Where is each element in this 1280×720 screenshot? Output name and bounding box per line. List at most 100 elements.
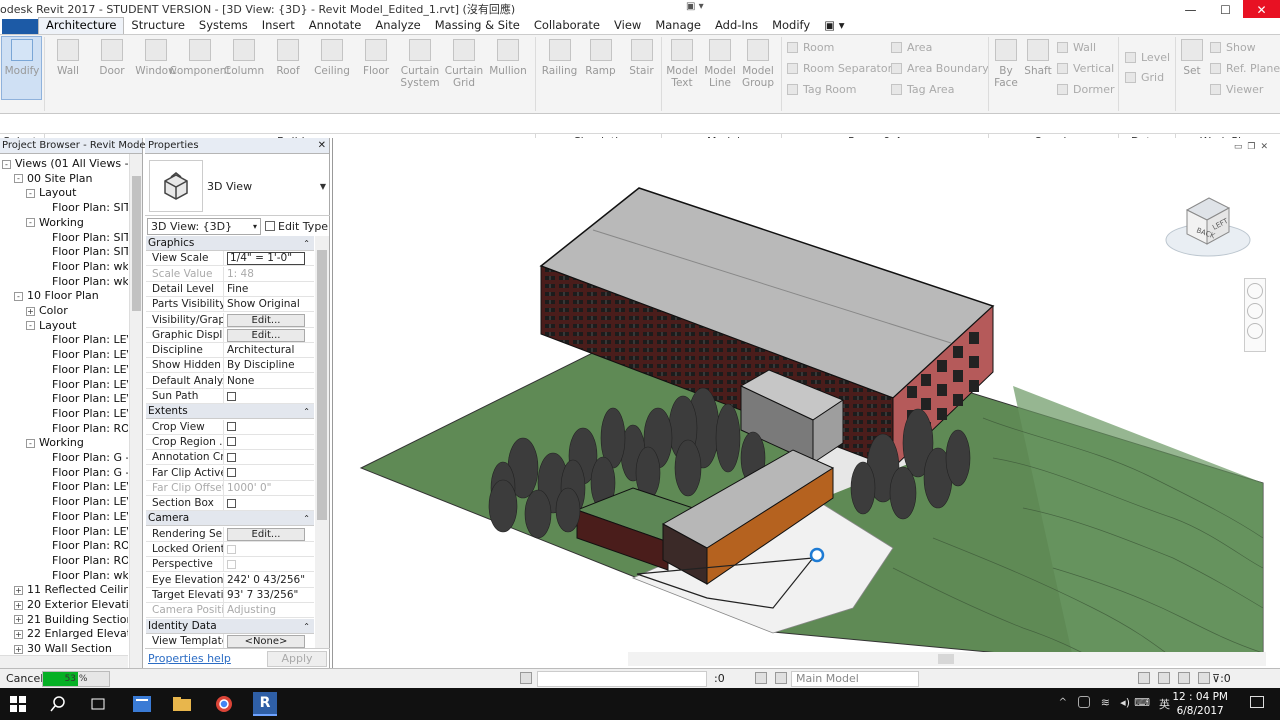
tool-vertical[interactable]: Vertical (1057, 62, 1114, 75)
properties-scrollbar[interactable] (315, 236, 329, 648)
browser-item[interactable]: +30 Wall Section (14, 641, 112, 654)
navigation-bar[interactable] (1244, 278, 1266, 352)
edit-type-button[interactable]: Edit Type (265, 220, 328, 233)
project-browser-hscrollbar[interactable] (0, 655, 128, 668)
browser-item[interactable]: Floor Plan: wk - (38, 274, 128, 289)
browser-item[interactable]: - Layout (26, 318, 76, 333)
browser-item[interactable]: -00 Site Plan (14, 171, 93, 186)
tab-insert[interactable]: Insert (255, 18, 302, 34)
property-checkbox[interactable] (227, 391, 236, 401)
browser-item[interactable]: +21 Building Section (14, 612, 128, 627)
design-options-icon[interactable] (755, 672, 767, 684)
browser-item[interactable]: - Views (01 All Views - (2, 156, 128, 171)
collapse-icon[interactable]: ⌃ (303, 511, 310, 525)
project-browser-scrollbar[interactable] (129, 154, 142, 668)
browser-item[interactable]: Floor Plan: LEV (38, 377, 128, 392)
tool-stair[interactable]: Stair (621, 39, 662, 77)
tool-curtain-grid[interactable]: Curtain Grid (442, 39, 486, 89)
tool-model-group[interactable]: Model Group (739, 39, 777, 89)
tab-manage[interactable]: Manage (648, 18, 708, 34)
chevron-down-icon[interactable]: ▼ (320, 182, 326, 191)
property-section[interactable]: Extents ⌃ (146, 404, 314, 420)
search-icon[interactable] (46, 692, 70, 716)
browser-item[interactable]: Floor Plan: G - (38, 465, 128, 480)
tool-door[interactable]: Door (90, 39, 134, 77)
tool-railing[interactable]: Railing (539, 39, 580, 77)
building-model[interactable] (333, 138, 1280, 668)
tab-collaborate[interactable]: Collaborate (527, 18, 607, 34)
language-icon[interactable]: ⌨ (1134, 696, 1150, 709)
file-explorer-icon[interactable] (130, 692, 154, 716)
notifications-icon[interactable] (1250, 696, 1264, 708)
properties-help-link[interactable]: Properties help (148, 652, 231, 665)
viewcube[interactable]: BACK LEFT (1163, 186, 1253, 266)
workset-combo[interactable] (537, 671, 707, 687)
browser-item[interactable]: Floor Plan: ROO (38, 421, 128, 436)
browser-item[interactable]: - Working (26, 435, 84, 450)
browser-item[interactable]: Floor Plan: wk - (38, 259, 128, 274)
expand-icon[interactable]: + (14, 585, 23, 595)
face-select-icon[interactable] (1198, 672, 1210, 684)
property-value[interactable]: Fine (224, 282, 314, 296)
browser-item[interactable]: Floor Plan: ROO (38, 553, 128, 568)
apply-button[interactable]: Apply (267, 650, 327, 667)
browser-item[interactable]: Floor Plan: LEV (38, 509, 128, 524)
collapse-icon[interactable]: - (26, 188, 35, 198)
browser-item[interactable]: -10 Floor Plan (14, 288, 99, 303)
tool-tag-room[interactable]: Tag Room (787, 83, 856, 96)
browser-item[interactable]: +11 Reflected Ceiling (14, 582, 128, 597)
tool-wall[interactable]: Wall (1057, 41, 1096, 54)
tab-systems[interactable]: Systems (192, 18, 255, 34)
tool-area[interactable]: Area (891, 41, 932, 54)
tool-shaft[interactable]: Shaft (1022, 39, 1054, 77)
property-section[interactable]: Camera ⌃ (146, 511, 314, 527)
browser-item[interactable]: Floor Plan: ROO (38, 538, 128, 553)
tab-annotate[interactable]: Annotate (302, 18, 369, 34)
tool-curtain-system[interactable]: Curtain System (398, 39, 442, 89)
view-hscrollbar[interactable] (628, 652, 1266, 666)
task-view-icon[interactable] (86, 692, 110, 716)
tool-floor[interactable]: Floor (354, 39, 398, 77)
collapse-icon[interactable]: - (14, 291, 23, 301)
property-checkbox[interactable] (227, 468, 236, 477)
property-section[interactable]: Graphics ⌃ (146, 236, 314, 251)
collapse-icon[interactable]: ⌃ (303, 619, 310, 633)
expand-icon[interactable]: + (26, 306, 35, 316)
show-hidden-icons-icon[interactable]: ^ (1059, 697, 1067, 708)
browser-item[interactable]: Floor Plan: SITE (38, 200, 128, 215)
folder-icon[interactable] (170, 692, 194, 716)
design-option-combo[interactable]: Main Model (791, 671, 919, 687)
tool-mullion[interactable]: Mullion (486, 39, 530, 77)
tab-analyze[interactable]: Analyze (368, 18, 427, 34)
property-checkbox[interactable] (227, 437, 236, 447)
tool-room[interactable]: Room (787, 41, 834, 54)
tool-roof[interactable]: Roof (266, 39, 310, 77)
browser-item[interactable]: - Layout (26, 185, 76, 200)
browser-item[interactable]: Floor Plan: LEV (38, 332, 128, 347)
tool-column[interactable]: Column (222, 39, 266, 77)
browser-item[interactable]: +22 Enlarged Elevation (14, 626, 128, 641)
tab-massing-site[interactable]: Massing & Site (428, 18, 527, 34)
browser-item[interactable]: Floor Plan: LEV (38, 479, 128, 494)
pinned-select-icon[interactable] (1178, 672, 1190, 684)
type-selector[interactable]: 3D View ▼ (145, 154, 330, 216)
minimize-icon[interactable]: — (1173, 0, 1208, 20)
maximize-icon[interactable]: ☐ (1208, 0, 1243, 20)
tab-context-dropdown[interactable]: ▣ ▾ (817, 18, 851, 34)
chrome-icon[interactable] (212, 692, 236, 716)
browser-item[interactable]: Floor Plan: G - (38, 450, 128, 465)
property-checkbox[interactable] (227, 422, 236, 432)
revit-icon[interactable]: R (253, 692, 277, 716)
browser-item[interactable]: Floor Plan: LEV (38, 406, 128, 421)
tool-wall[interactable]: Wall (46, 39, 90, 77)
tool-tag-area[interactable]: Tag Area (891, 83, 954, 96)
tab-modify[interactable]: Modify (765, 18, 817, 34)
property-value[interactable]: None (224, 374, 314, 388)
tab-view[interactable]: View (607, 18, 648, 34)
browser-item[interactable]: +20 Exterior Elevation (14, 597, 128, 612)
tab-architecture[interactable]: Architecture (38, 17, 125, 34)
close-icon[interactable]: ✕ (318, 140, 326, 151)
cancel-button[interactable]: Cancel (6, 672, 43, 685)
property-value[interactable]: Show Original (224, 297, 314, 311)
property-value[interactable]: Architectural (224, 343, 314, 357)
